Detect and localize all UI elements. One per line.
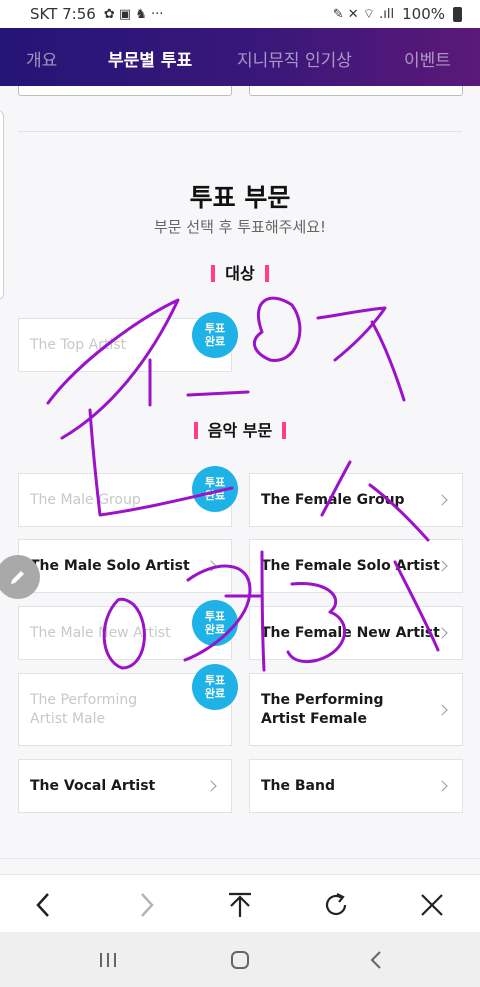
- top-nav: 개요 부문별 투표 지니뮤직 인기상 이벤트: [0, 28, 480, 86]
- refresh-button[interactable]: [316, 885, 356, 925]
- status-bar: SKT 7:56 ✿ ▣ ♞ ··· ✎ ✕ ⌔ .ıll 100%: [0, 0, 480, 28]
- badge-line2: 완료: [204, 623, 226, 636]
- category-female-solo[interactable]: The Female Solo Artist: [249, 539, 463, 593]
- close-tab-button[interactable]: [412, 885, 452, 925]
- badge-line2: 완료: [204, 687, 226, 700]
- vote-complete-badge: 투표 완료: [192, 664, 238, 710]
- pencil-icon: [11, 571, 24, 584]
- vote-complete-badge: 투표 완료: [192, 312, 238, 358]
- group-label-text: 음악 부문: [207, 421, 273, 440]
- accent-bar: [193, 422, 198, 439]
- category-label: The Female Solo Artist: [261, 557, 440, 574]
- group-label-text: 대상: [225, 264, 255, 283]
- refresh-icon: [325, 893, 347, 916]
- accent-bar: [211, 265, 216, 282]
- accent-bar: [264, 265, 269, 282]
- battery-icon: [453, 6, 462, 22]
- close-icon: [421, 894, 443, 916]
- category-label-line1: The Performing: [261, 691, 384, 708]
- category-label: The Female Group: [261, 491, 405, 508]
- category-label: The Performing Artist Male: [30, 691, 137, 729]
- bottom-divider: [0, 858, 480, 859]
- badge-line2: 완료: [204, 489, 226, 502]
- category-female-group[interactable]: The Female Group: [249, 473, 463, 527]
- badge-line1: 투표: [204, 322, 226, 335]
- main-content: 투표 부문 부문 선택 후 투표해주세요! 대상 The Top Artist …: [0, 86, 480, 874]
- vote-complete-badge: 투표 완료: [192, 600, 238, 646]
- system-back-button[interactable]: [356, 944, 396, 976]
- category-label: The Male New Artist: [30, 624, 171, 641]
- system-navigation: [0, 932, 480, 987]
- category-band[interactable]: The Band: [249, 759, 463, 813]
- system-back-icon: [370, 951, 381, 969]
- badge-line2: 완료: [204, 335, 226, 348]
- category-vocal[interactable]: The Vocal Artist: [18, 759, 232, 813]
- tab-overview[interactable]: 개요: [26, 46, 57, 71]
- badge-line1: 투표: [204, 476, 226, 489]
- category-label: The Female New Artist: [261, 624, 440, 641]
- category-label: The Vocal Artist: [30, 777, 156, 794]
- home-button[interactable]: [220, 944, 260, 976]
- recent-apps-button[interactable]: [88, 944, 128, 976]
- category-female-new[interactable]: The Female New Artist: [249, 606, 463, 660]
- tab-genie-popularity[interactable]: 지니뮤직 인기상: [237, 46, 352, 71]
- category-label: The Band: [261, 777, 335, 794]
- category-label: The Top Artist: [30, 336, 127, 353]
- system-icons: ✎ ✕ ⌔ .ıll: [332, 7, 395, 22]
- chevron-right-icon: [205, 780, 217, 792]
- browser-toolbar: [0, 874, 480, 932]
- partial-card-right[interactable]: [249, 86, 463, 96]
- chevron-right-icon: [205, 560, 217, 572]
- category-label-line1: The Performing: [30, 691, 138, 708]
- tab-category-vote[interactable]: 부문별 투표: [108, 46, 192, 71]
- partial-card-left[interactable]: [18, 86, 232, 96]
- status-left: SKT 7:56 ✿ ▣ ♞ ···: [30, 5, 163, 23]
- category-performing-female[interactable]: The Performing Artist Female: [249, 673, 463, 746]
- category-label-line2: Artist Male: [30, 710, 106, 727]
- notification-icons: ✿ ▣ ♞ ···: [103, 6, 164, 22]
- group-label-music: 음악 부문: [0, 417, 480, 441]
- vote-complete-badge: 투표 완료: [192, 466, 238, 512]
- status-right: ✎ ✕ ⌔ .ıll 100%: [333, 5, 462, 23]
- chevron-right-icon: [436, 494, 448, 506]
- section-subtitle: 부문 선택 후 투표해주세요!: [153, 218, 327, 236]
- back-button[interactable]: [24, 885, 64, 925]
- category-label: The Male Group: [30, 491, 141, 508]
- scroll-top-button[interactable]: [220, 885, 260, 925]
- chevron-right-icon: [436, 780, 448, 792]
- recent-apps-icon: [100, 953, 116, 967]
- tab-event[interactable]: 이벤트: [404, 46, 451, 71]
- forward-button[interactable]: [126, 885, 166, 925]
- section-divider: [18, 131, 462, 132]
- section-title: 투표 부문: [189, 183, 291, 212]
- category-label: The Performing Artist Female: [261, 691, 384, 729]
- battery-percent: 100%: [402, 5, 445, 23]
- carrier-time: SKT 7:56: [30, 5, 96, 23]
- scroll-top-icon: [229, 892, 251, 917]
- category-male-solo[interactable]: The Male Solo Artist: [18, 539, 232, 593]
- category-label-line2: Artist Female: [261, 710, 367, 727]
- home-icon: [231, 951, 249, 969]
- chevron-right-icon: [436, 703, 448, 716]
- back-icon: [36, 893, 49, 917]
- group-label-daesang: 대상: [0, 260, 480, 284]
- forward-icon: [141, 893, 154, 917]
- badge-line1: 투표: [204, 674, 226, 687]
- category-label: The Male Solo Artist: [30, 557, 190, 574]
- accent-bar: [282, 422, 287, 439]
- badge-line1: 투표: [204, 610, 226, 623]
